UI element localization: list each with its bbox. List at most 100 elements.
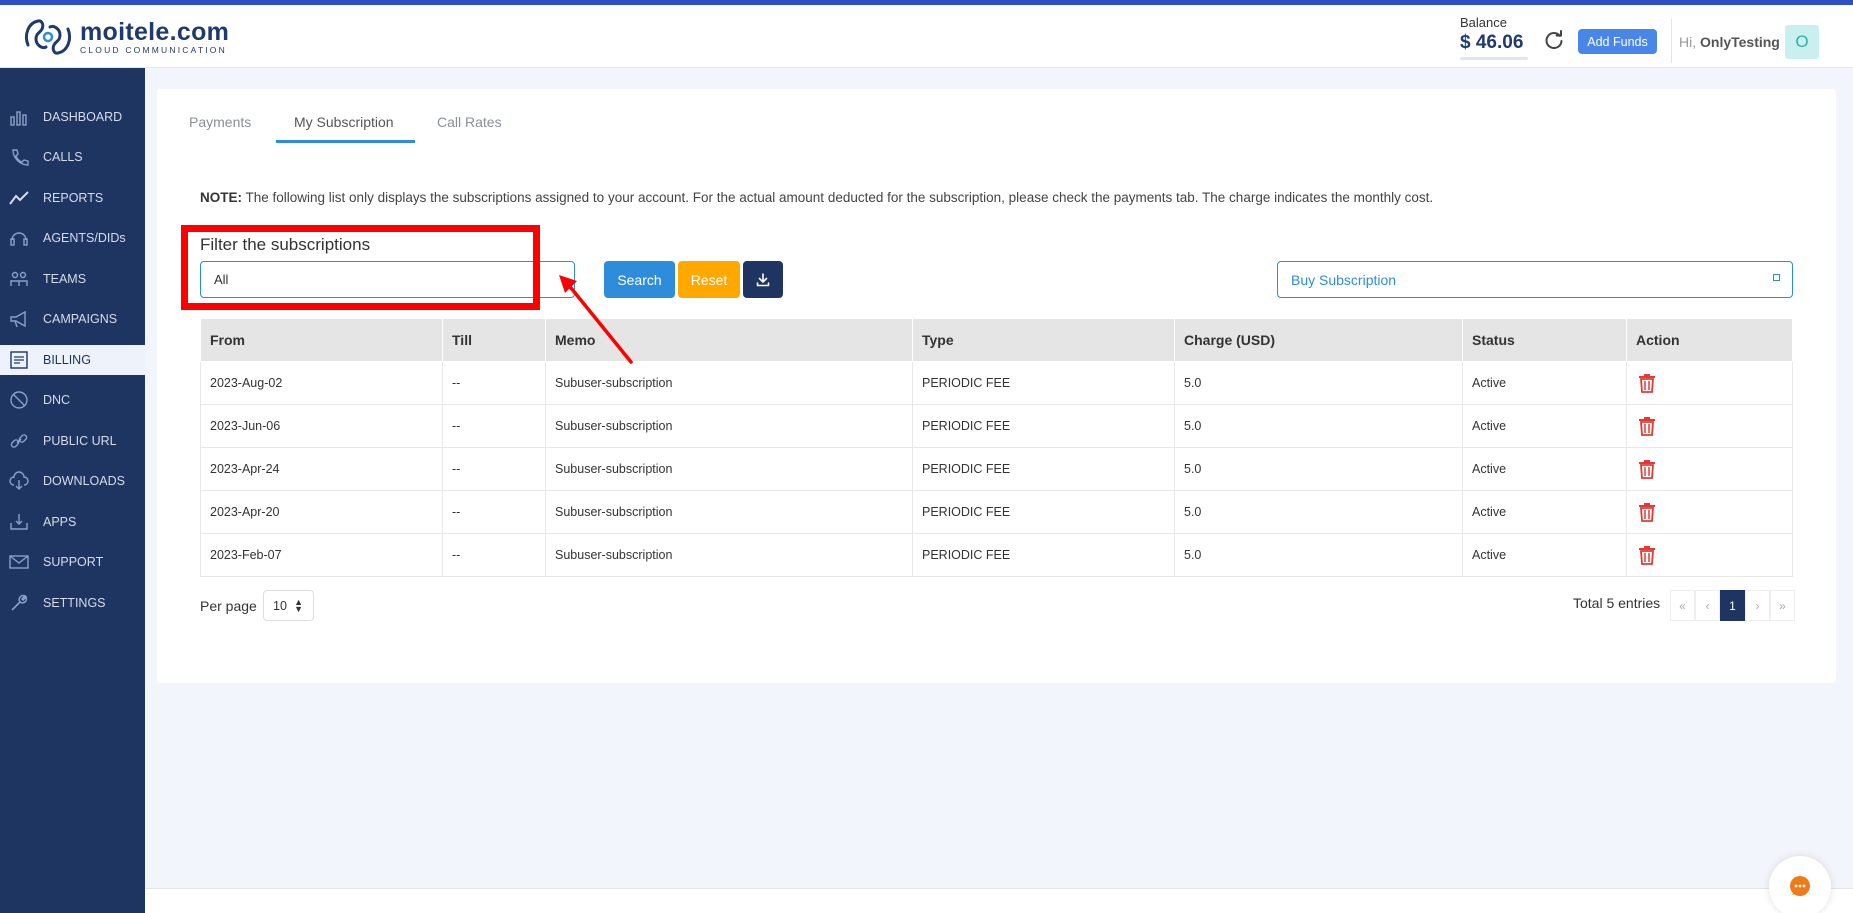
- sidebar-item-label: REPORTS: [43, 191, 104, 205]
- cell-charge: 5.0: [1174, 447, 1463, 491]
- column-header-from[interactable]: From: [200, 318, 443, 362]
- logo[interactable]: moitele.com CLOUD COMMUNICATION: [22, 17, 229, 57]
- sidebar-item-label: BILLING: [43, 353, 91, 367]
- select-arrows-icon: ▲ ▼: [294, 597, 303, 614]
- subscription-note: NOTE: The following list only displays t…: [200, 190, 1433, 205]
- buy-subscription-placeholder: Buy Subscription: [1291, 271, 1397, 288]
- delete-icon[interactable]: [1638, 545, 1656, 565]
- sidebar-item-teams[interactable]: TEAMS: [0, 264, 145, 294]
- refresh-icon[interactable]: [1543, 29, 1565, 51]
- wrench-icon: [11, 594, 28, 611]
- page-first-button[interactable]: «: [1670, 590, 1695, 621]
- sidebar-item-label: APPS: [43, 515, 77, 529]
- user-greeting[interactable]: Hi, OnlyTesting: [1679, 34, 1780, 50]
- sidebar: DASHBOARD CALLS REPORTS AGENTS/DIDs TEAMS CAM…: [0, 68, 145, 913]
- sidebar-item-label: DOWNLOADS: [43, 474, 125, 488]
- cell-till: --: [442, 404, 546, 448]
- tab-call-rates[interactable]: Call Rates: [437, 114, 502, 130]
- balance-widget: Balance $ 46.06: [1460, 15, 1528, 60]
- sidebar-item-agents-dids[interactable]: AGENTS/DIDs: [0, 223, 145, 253]
- sidebar-item-label: CAMPAIGNS: [43, 312, 118, 326]
- cell-memo: Subuser-subscription: [545, 490, 913, 534]
- sidebar-item-dashboard[interactable]: DASHBOARD: [0, 102, 145, 132]
- cell-action: [1626, 447, 1793, 491]
- sidebar-item-label: AGENTS/DIDs: [43, 231, 126, 245]
- cell-type: PERIODIC FEE: [912, 404, 1175, 448]
- buy-subscription-select[interactable]: Buy Subscription: [1277, 261, 1793, 298]
- phone-icon: [12, 149, 29, 166]
- cell-memo: Subuser-subscription: [545, 361, 913, 405]
- page-current-button[interactable]: 1: [1720, 590, 1745, 621]
- per-page-select[interactable]: 10 ▲ ▼: [263, 590, 314, 621]
- cell-from: 2023-Feb-07: [200, 533, 443, 577]
- cell-memo: Subuser-subscription: [545, 404, 913, 448]
- logo-text: moitele.com: [80, 18, 230, 46]
- sidebar-item-dnc[interactable]: DNC: [0, 385, 145, 415]
- page-last-button[interactable]: »: [1770, 590, 1795, 621]
- column-header-charge[interactable]: Charge (USD): [1174, 318, 1463, 362]
- delete-icon[interactable]: [1638, 416, 1656, 436]
- column-header-type[interactable]: Type: [912, 318, 1175, 362]
- sidebar-item-downloads[interactable]: DOWNLOADS: [0, 466, 145, 496]
- billing-icon: [10, 351, 28, 369]
- add-funds-button[interactable]: Add Funds: [1578, 29, 1657, 54]
- annotation-arrow: [559, 275, 633, 364]
- page-next-button[interactable]: ›: [1745, 590, 1770, 621]
- dashboard-icon: [10, 111, 27, 126]
- note-prefix: NOTE:: [200, 190, 242, 205]
- greeting-prefix: Hi,: [1679, 34, 1700, 50]
- chat-icon: [1790, 876, 1810, 896]
- column-header-status[interactable]: Status: [1462, 318, 1627, 362]
- delete-icon[interactable]: [1638, 459, 1656, 479]
- avatar[interactable]: O: [1785, 25, 1819, 59]
- sidebar-item-public-url[interactable]: PUBLIC URL: [0, 426, 145, 456]
- cell-action: [1626, 361, 1793, 405]
- tab-my-subscription[interactable]: My Subscription: [294, 114, 394, 130]
- cell-action: [1626, 404, 1793, 448]
- table-row: 2023-Aug-02 -- Subuser-subscription PERIODI…: [200, 361, 1793, 405]
- sidebar-item-campaigns[interactable]: CAMPAIGNS: [0, 304, 145, 334]
- dropdown-caret-icon: [1773, 274, 1780, 281]
- delete-icon[interactable]: [1638, 373, 1656, 393]
- headset-icon: [10, 232, 28, 246]
- cell-till: --: [442, 447, 546, 491]
- chat-widget-button[interactable]: [1769, 856, 1831, 913]
- note-text: The following list only displays the sub…: [242, 190, 1434, 205]
- sidebar-item-billing[interactable]: BILLING: [0, 345, 145, 375]
- header-divider: [1671, 19, 1672, 63]
- sidebar-item-label: PUBLIC URL: [43, 434, 117, 448]
- tab-payments[interactable]: Payments: [189, 114, 251, 130]
- sidebar-item-calls[interactable]: CALLS: [0, 142, 145, 172]
- table-row: 2023-Feb-07 -- Subuser-subscription PERIODI…: [200, 533, 1793, 577]
- cell-from: 2023-Apr-24: [200, 447, 443, 491]
- megaphone-icon: [10, 310, 26, 328]
- cell-type: PERIODIC FEE: [912, 490, 1175, 534]
- cell-memo: Subuser-subscription: [545, 533, 913, 577]
- balance-label: Balance: [1460, 15, 1507, 30]
- cell-status: Active: [1462, 447, 1627, 491]
- sidebar-item-apps[interactable]: APPS: [0, 507, 145, 537]
- footer: [145, 889, 1853, 913]
- chart-line-icon: [9, 191, 29, 205]
- sidebar-item-label: SETTINGS: [43, 596, 106, 610]
- table-header-row: From Till Memo Type Charge (USD) Status …: [200, 318, 1793, 362]
- sidebar-item-settings[interactable]: SETTINGS: [0, 588, 145, 618]
- cell-from: 2023-Apr-20: [200, 490, 443, 534]
- annotation-highlight-box: [181, 225, 540, 310]
- per-page-label: Per page: [200, 598, 257, 614]
- table-row: 2023-Apr-20 -- Subuser-subscription PERIODI…: [200, 490, 1793, 534]
- reset-button[interactable]: Reset: [678, 261, 740, 298]
- page-prev-button[interactable]: ‹: [1695, 590, 1720, 621]
- sidebar-item-reports[interactable]: REPORTS: [0, 183, 145, 213]
- cell-charge: 5.0: [1174, 490, 1463, 534]
- table-row: 2023-Apr-24 -- Subuser-subscription PERIODI…: [200, 447, 1793, 491]
- cell-action: [1626, 490, 1793, 534]
- download-icon: [756, 272, 770, 286]
- mail-icon: [9, 555, 29, 569]
- delete-icon[interactable]: [1638, 502, 1656, 522]
- cell-charge: 5.0: [1174, 361, 1463, 405]
- download-button[interactable]: [743, 261, 783, 298]
- sidebar-item-support[interactable]: SUPPORT: [0, 547, 145, 577]
- cell-type: PERIODIC FEE: [912, 447, 1175, 491]
- column-header-till[interactable]: Till: [442, 318, 546, 362]
